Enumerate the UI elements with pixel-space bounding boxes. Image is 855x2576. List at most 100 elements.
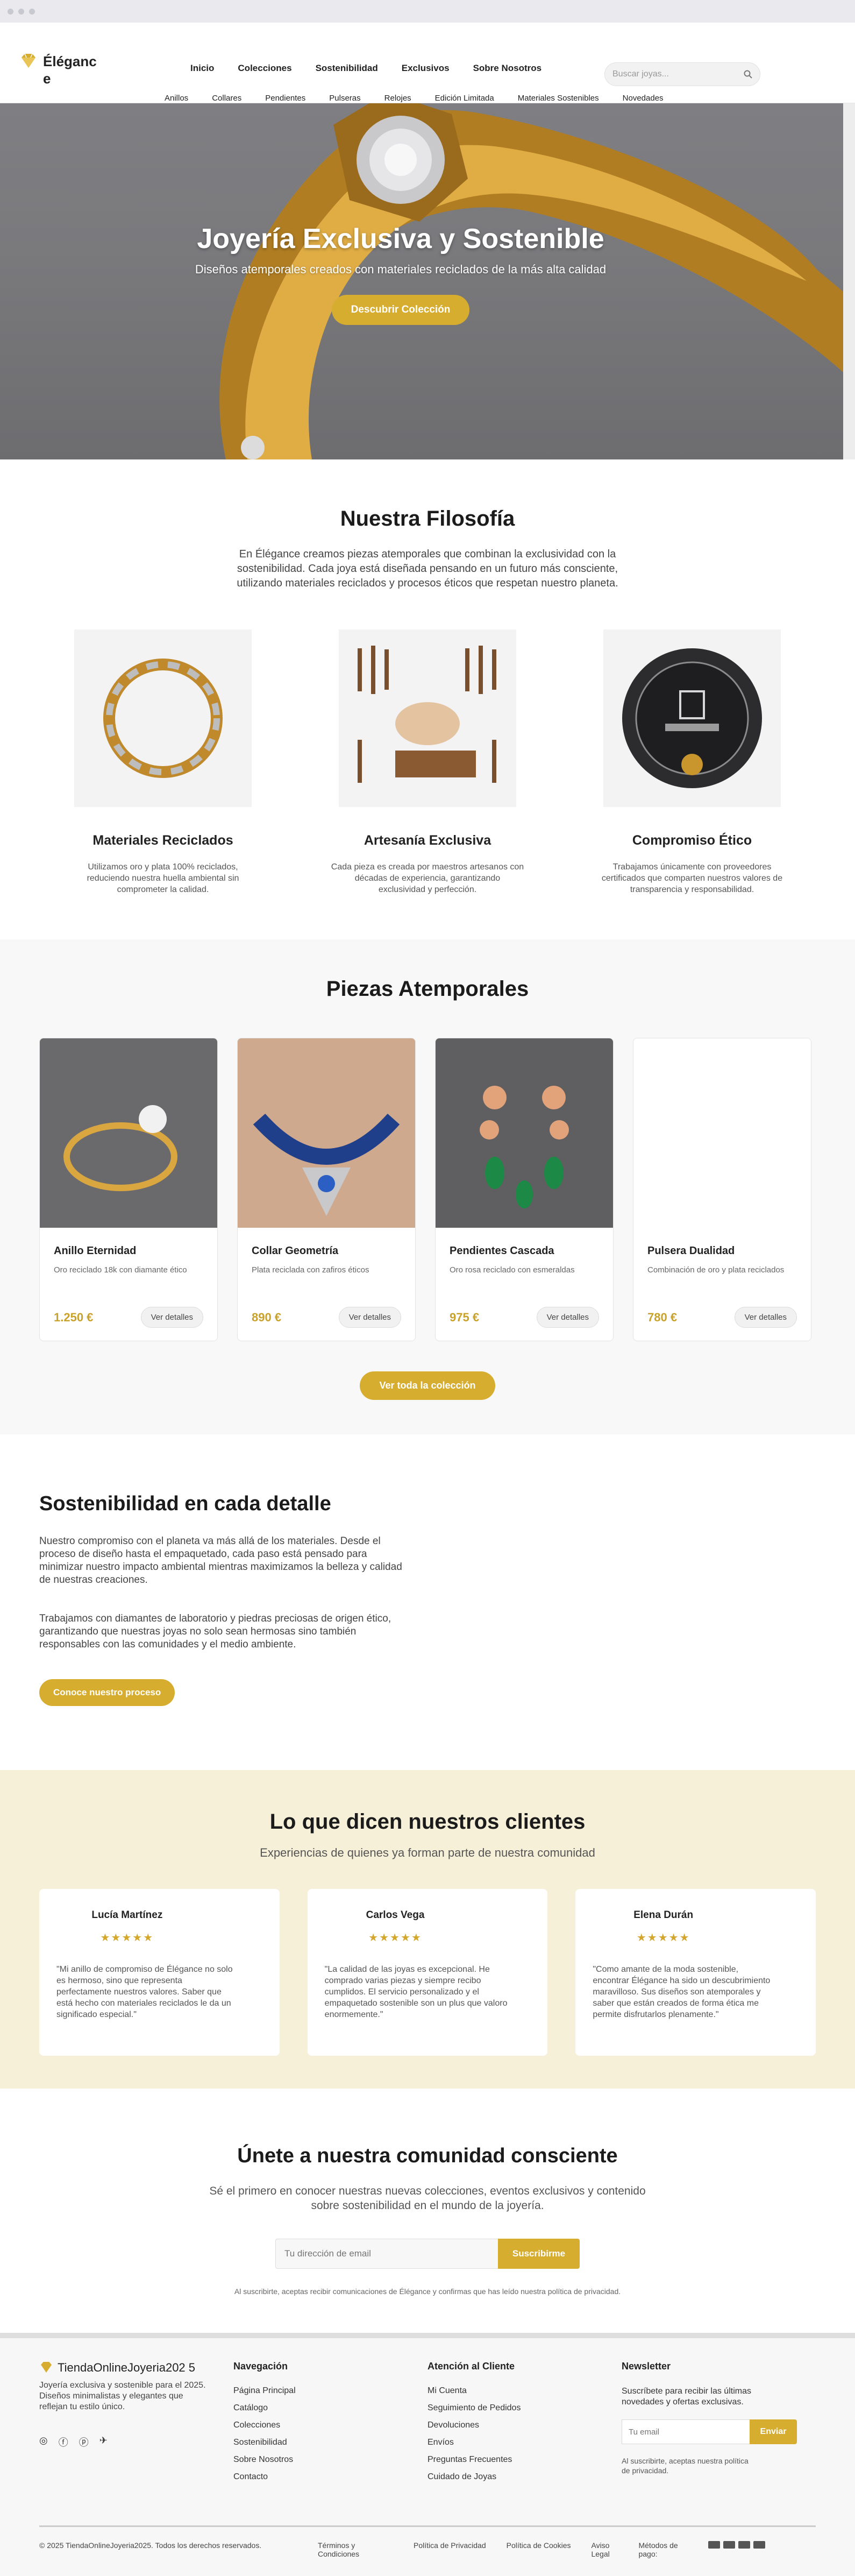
- cat-edicion-limitada[interactable]: Edición Limitada: [435, 94, 494, 103]
- footer-brand-col: TiendaOnlineJoyeria202 5 Joyería exclusi…: [39, 2361, 233, 2489]
- cat-pulseras[interactable]: Pulseras: [329, 94, 360, 103]
- logo[interactable]: Éléganc e: [19, 53, 97, 87]
- rating-stars-icon: ★★★★★: [100, 1932, 154, 1944]
- feature-text: Utilizamos oro y plata 100% reciclados, …: [87, 862, 239, 894]
- know-process-button[interactable]: Conoce nuestro proceso: [39, 1679, 175, 1706]
- nav-inicio[interactable]: Inicio: [190, 63, 214, 74]
- philosophy-section: Nuestra Filosofía En Élégance creamos pi…: [0, 459, 855, 939]
- nav-exclusivos[interactable]: Exclusivos: [402, 63, 450, 74]
- newsletter-form: Enviar: [622, 2419, 797, 2444]
- view-details-button[interactable]: Ver detalles: [140, 1307, 203, 1328]
- footer-link[interactable]: Colecciones: [233, 2421, 428, 2430]
- product-name[interactable]: Anillo Eternidad: [54, 1245, 217, 1257]
- main-nav: Inicio Colecciones Sostenibilidad Exclus…: [190, 63, 542, 74]
- discover-collection-button[interactable]: Descubrir Colección: [331, 295, 470, 325]
- social-links: ◎ ⓕ ⓟ ✈: [39, 2435, 233, 2449]
- legal-link[interactable]: Política de Cookies: [507, 2541, 571, 2550]
- philosophy-title: Nuestra Filosofía: [340, 507, 515, 530]
- product-card[interactable]: Collar Geometría Plata reciclada con zaf…: [237, 1038, 416, 1341]
- gem-logo-icon: [41, 2362, 52, 2373]
- window-minimize-dot[interactable]: [18, 8, 24, 15]
- instagram-icon[interactable]: ◎: [39, 2435, 48, 2449]
- pieces-title: Piezas Atemporales: [326, 977, 529, 1001]
- product-name[interactable]: Collar Geometría: [252, 1245, 415, 1257]
- twitter-icon[interactable]: ✈: [99, 2435, 108, 2449]
- product-card[interactable]: Pendientes Cascada Oro rosa reciclado co…: [435, 1038, 614, 1341]
- newsletter-privacy-note: Al suscribirte, aceptas nuestra política…: [622, 2457, 749, 2475]
- mastercard-icon: [723, 2541, 736, 2549]
- footer-service-title: Atención al Cliente: [428, 2361, 515, 2372]
- cat-materiales-sostenibles[interactable]: Materiales Sostenibles: [518, 94, 599, 103]
- product-desc: Oro reciclado 18k con diamante ético: [54, 1265, 187, 1275]
- hero-title: Joyería Exclusiva y Sostenible: [197, 223, 604, 254]
- cat-pendientes[interactable]: Pendientes: [265, 94, 305, 103]
- footer-service-col: Atención al Cliente Mi Cuenta Seguimient…: [428, 2361, 622, 2489]
- pieces-section: Piezas Atemporales Anillo Eternidad Oro …: [0, 939, 855, 1434]
- copyright: © 2025 TiendaOnlineJoyeria2025. Todos lo…: [39, 2541, 262, 2550]
- footer-link[interactable]: Cuidado de Joyas: [428, 2472, 622, 2482]
- product-image-ring[interactable]: [40, 1038, 217, 1228]
- legal-link[interactable]: Política de Privacidad: [414, 2541, 486, 2550]
- footer-link[interactable]: Sobre Nosotros: [233, 2455, 428, 2465]
- feature-text: Cada pieza es creada por maestros artesa…: [331, 862, 524, 894]
- testimonial-quote: "Como amante de la moda sostenible, enco…: [593, 1965, 771, 2019]
- footer-link[interactable]: Página Principal: [233, 2386, 428, 2396]
- footer-description: Joyería exclusiva y sostenible para el 2…: [39, 2381, 206, 2411]
- footer-link[interactable]: Envíos: [428, 2438, 622, 2447]
- cat-novedades[interactable]: Novedades: [623, 94, 664, 103]
- brand-name: Éléganc e: [43, 53, 97, 87]
- pinterest-icon[interactable]: ⓟ: [79, 2435, 89, 2449]
- footer-link[interactable]: Preguntas Frecuentes: [428, 2455, 622, 2465]
- footer-link[interactable]: Contacto: [233, 2472, 428, 2482]
- testimonial-name: Lucía Martínez: [91, 1909, 163, 1921]
- footer-link[interactable]: Seguimiento de Pedidos: [428, 2403, 622, 2413]
- footer-newsletter-col: Newsletter Suscríbete para recibir las ú…: [622, 2361, 816, 2489]
- view-details-button[interactable]: Ver detalles: [536, 1307, 599, 1328]
- product-image-earrings[interactable]: [436, 1038, 613, 1228]
- product-card[interactable]: Pulsera Dualidad Combinación de oro y pl…: [633, 1038, 811, 1341]
- window-close-dot[interactable]: [8, 8, 13, 15]
- footer-link[interactable]: Sostenibilidad: [233, 2438, 428, 2447]
- footer-link[interactable]: Devoluciones: [428, 2421, 622, 2430]
- nav-sostenibilidad[interactable]: Sostenibilidad: [316, 63, 378, 74]
- newsletter-title: Newsletter: [622, 2361, 671, 2372]
- footer-bottom: © 2025 TiendaOnlineJoyeria2025. Todos lo…: [39, 2525, 816, 2558]
- cat-collares[interactable]: Collares: [212, 94, 241, 103]
- subscribe-button[interactable]: Suscribirme: [498, 2239, 580, 2269]
- search-input[interactable]: [612, 69, 744, 79]
- search-icon[interactable]: [744, 70, 752, 79]
- email-input[interactable]: [275, 2239, 498, 2269]
- footer-link[interactable]: Catálogo: [233, 2403, 428, 2413]
- site-footer: TiendaOnlineJoyeria202 5 Joyería exclusi…: [0, 2333, 855, 2576]
- browser-bar: [0, 0, 855, 23]
- cat-relojes[interactable]: Relojes: [384, 94, 411, 103]
- footer-link[interactable]: Mi Cuenta: [428, 2386, 622, 2396]
- product-name[interactable]: Pendientes Cascada: [450, 1245, 613, 1257]
- subscribe-form: Suscribirme: [275, 2239, 580, 2269]
- product-price: 975 €: [450, 1311, 480, 1324]
- rating-stars-icon: ★★★★★: [636, 1932, 690, 1944]
- cat-anillos[interactable]: Anillos: [165, 94, 188, 103]
- rating-stars-icon: ★★★★★: [368, 1932, 422, 1944]
- product-image-necklace[interactable]: [238, 1038, 415, 1228]
- product-image-bracelet[interactable]: [633, 1038, 811, 1228]
- nav-colecciones[interactable]: Colecciones: [238, 63, 291, 74]
- nav-sobre-nosotros[interactable]: Sobre Nosotros: [473, 63, 542, 74]
- sustainability-title: Sostenibilidad en cada detalle: [39, 1492, 331, 1515]
- product-card[interactable]: Anillo Eternidad Oro reciclado 18k con d…: [39, 1038, 218, 1341]
- legal-link[interactable]: Aviso Legal: [591, 2541, 618, 2558]
- hero-scrollbar[interactable]: [843, 103, 855, 459]
- window-maximize-dot[interactable]: [29, 8, 35, 15]
- product-desc: Oro rosa reciclado con esmeraldas: [450, 1265, 575, 1275]
- facebook-icon[interactable]: ⓕ: [59, 2435, 68, 2449]
- search-box: [604, 62, 760, 86]
- newsletter-send-button[interactable]: Enviar: [750, 2419, 797, 2444]
- product-desc: Plata reciclada con zafiros éticos: [252, 1265, 369, 1275]
- product-name[interactable]: Pulsera Dualidad: [647, 1245, 811, 1257]
- view-all-collection-button[interactable]: Ver toda la colección: [360, 1371, 495, 1400]
- testimonials-subtitle: Experiencias de quienes ya forman parte …: [260, 1846, 595, 1859]
- legal-link[interactable]: Términos y Condiciones: [318, 2541, 393, 2558]
- view-details-button[interactable]: Ver detalles: [734, 1307, 797, 1328]
- newsletter-email-input[interactable]: [622, 2419, 750, 2444]
- view-details-button[interactable]: Ver detalles: [338, 1307, 401, 1328]
